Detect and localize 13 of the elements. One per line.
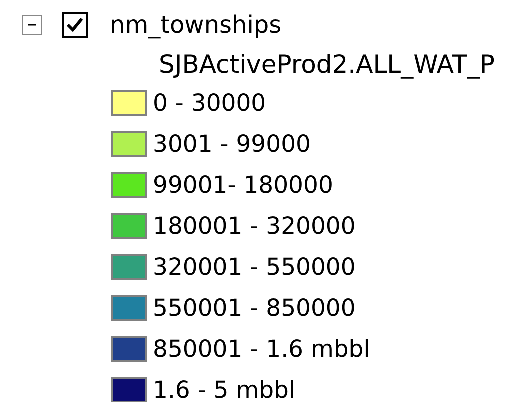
class-label: 550001 - 850000	[153, 294, 356, 322]
class-label: 180001 - 320000	[153, 212, 356, 240]
class-label: 850001 - 1.6 mbbl	[153, 335, 370, 363]
class-label: 3001 - 99000	[153, 130, 311, 158]
class-label: 1.6 - 5 mbbl	[153, 376, 296, 402]
layer-name: nm_townships	[110, 12, 282, 38]
class-label: 99001- 180000	[153, 171, 334, 199]
class-label: 0 - 30000	[153, 89, 266, 117]
collapse-toggle[interactable]	[22, 15, 42, 35]
field-name: SJBActiveProd2.ALL_WAT_P	[159, 52, 496, 78]
checkmark-icon	[66, 17, 84, 33]
layer-checkbox[interactable]	[62, 12, 88, 38]
class-label: 320001 - 550000	[153, 253, 356, 281]
